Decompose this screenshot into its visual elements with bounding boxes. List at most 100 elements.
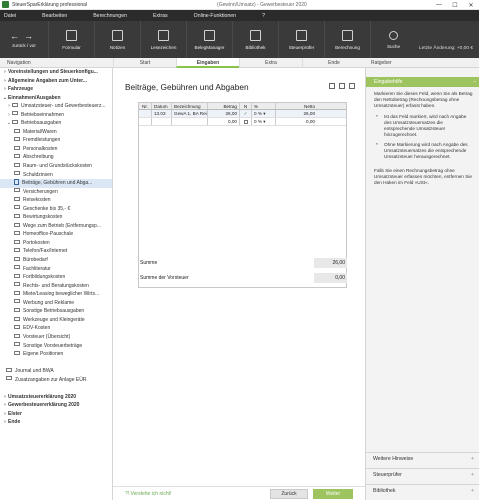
cell-betrag[interactable]: 0,00 xyxy=(208,118,240,125)
tab-eingaben[interactable]: Eingaben xyxy=(176,58,239,68)
sidebar-item[interactable]: Zusatzangaben zur Anlage EÜR xyxy=(0,376,112,385)
collapse-icon[interactable]: – xyxy=(473,77,476,87)
sidebar-item[interactable]: Versicherungen xyxy=(0,188,112,197)
back-forward-arrows-icon[interactable]: ←→ xyxy=(10,31,38,41)
col-datum: Datum xyxy=(152,103,172,109)
folder-icon xyxy=(14,196,20,201)
toolbar-formular-button[interactable]: Formular xyxy=(48,21,94,58)
comment-icon[interactable] xyxy=(329,83,335,89)
menu-extras[interactable]: Extras xyxy=(153,13,168,19)
cell-netto-checkbox[interactable]: ✓ xyxy=(240,110,252,117)
menu-datei[interactable]: Datei xyxy=(4,13,16,19)
sidebar-item[interactable]: › Umsatzsteuererklärung 2020 xyxy=(0,393,112,402)
sidebar-item[interactable]: Vorsteuer (Übersicht) xyxy=(0,333,112,342)
sidebar-item[interactable]: Rechts- und Beratungskosten xyxy=(0,282,112,291)
menu-bearbeiten[interactable]: Bearbeiten xyxy=(42,13,67,19)
table-row[interactable]: 13.03 GewA 1, BA Reinic 26,00 ✓ 0 % ▾ 26… xyxy=(139,110,346,118)
sidebar-item[interactable]: Bürobedarf xyxy=(0,256,112,265)
maximize-button[interactable]: ☐ xyxy=(447,0,463,10)
section-weitere-hinweise[interactable]: Weitere Hinweise + xyxy=(366,452,479,464)
cell-nr[interactable] xyxy=(139,110,152,117)
sidebar-item[interactable]: Bewirtungskosten xyxy=(0,213,112,222)
sidebar-item[interactable]: Portokosten xyxy=(0,239,112,248)
sidebar-item-label: Bürobedarf xyxy=(23,257,48,264)
tab-start[interactable]: Start xyxy=(113,58,176,68)
expand-icon[interactable]: + xyxy=(471,469,474,481)
sidebar-item[interactable]: ⌄ Betriebsausgaben xyxy=(0,119,112,128)
back-button[interactable]: Zurück xyxy=(270,489,308,499)
nav-back-forward[interactable]: ←→ zurück / vor xyxy=(0,21,48,58)
minimize-button[interactable]: — xyxy=(431,0,447,10)
verstehe-nicht-link[interactable]: ?! Verstehe ich nicht! xyxy=(125,491,171,497)
cell-percent-select[interactable]: 0 % ▾ xyxy=(252,110,276,117)
cell-nr[interactable] xyxy=(139,118,152,125)
sidebar-item[interactable]: EDV-Kosten xyxy=(0,324,112,333)
next-button[interactable]: Weiter xyxy=(313,489,353,499)
close-window-button[interactable]: ✕ xyxy=(463,0,479,10)
table-row[interactable]: 0,00 0 % ▾ 0,00 xyxy=(139,118,346,126)
sidebar-item[interactable]: Journal und BWA xyxy=(0,367,112,376)
sidebar-item[interactable]: Reisekosten xyxy=(0,196,112,205)
toolbar-belegmanager-button[interactable]: BelegManager xyxy=(186,21,232,58)
section-bibliothek[interactable]: Bibliothek + xyxy=(366,484,479,496)
toolbar-steuerpruefer-button[interactable]: Steuerprüfer xyxy=(278,21,324,58)
menu-berechnungen[interactable]: Berechnungen xyxy=(93,13,127,19)
menu-online-funktionen[interactable]: Online-Funktionen xyxy=(194,13,236,19)
dropdown-arrow-icon[interactable]: ▾ xyxy=(263,119,265,124)
ratgeber-panel: Eingabehilfe – Markieren Sie dieses Feld… xyxy=(365,68,479,500)
toolbar-notizen-button[interactable]: Notizen xyxy=(94,21,140,58)
sidebar-item[interactable]: Sonstige Vorsteuerbeträge xyxy=(0,342,112,351)
sidebar-item[interactable]: › Elster xyxy=(0,410,112,419)
sidebar-item[interactable]: Telefon/Fax/Internet xyxy=(0,247,112,256)
sidebar-item[interactable]: › Allgemeine Angaben zum Unter... xyxy=(0,77,112,86)
dropdown-arrow-icon[interactable]: ▾ xyxy=(263,111,265,116)
sidebar-item[interactable]: Abschreibung xyxy=(0,153,112,162)
sidebar-item[interactable]: Fortbildungskosten xyxy=(0,273,112,282)
sidebar-item[interactable]: Raum- und Grundstückskosten xyxy=(0,162,112,171)
sidebar-item[interactable]: Sonstige Betriebsausgaben xyxy=(0,307,112,316)
toolbar-lesezeichen-button[interactable]: Lesezeichen xyxy=(140,21,186,58)
expand-icon[interactable]: + xyxy=(471,485,474,497)
sidebar-item[interactable]: Miete/Leasing beweglicher Wirts... xyxy=(0,290,112,299)
cell-bezeichnung[interactable]: GewA 1, BA Reinic xyxy=(172,110,208,117)
sidebar-item[interactable]: › Voreinstellungen und Steuerkonfigu... xyxy=(0,68,112,77)
notes-icon xyxy=(112,29,123,41)
eingabehilfe-header[interactable]: Eingabehilfe – xyxy=(366,77,479,87)
sidebar-item[interactable]: Werbung und Reklame xyxy=(0,299,112,308)
sidebar-item[interactable]: Material/Waren xyxy=(0,128,112,137)
sidebar-item[interactable]: › Gewerbesteuererklärung 2020 xyxy=(0,401,112,410)
sidebar-item[interactable]: › Fahrzeuge xyxy=(0,85,112,94)
sidebar-item[interactable]: › Umsatzsteuer- und Gewerbesteuerz... xyxy=(0,102,112,111)
sidebar-item[interactable]: Eigene Positionen xyxy=(0,350,112,359)
cell-datum[interactable]: 13.03 xyxy=(152,110,172,117)
toolbar-bibliothek-button[interactable]: Bibliothek xyxy=(232,21,278,58)
cell-betrag[interactable]: 26,00 xyxy=(208,110,240,117)
sidebar-item[interactable]: Fachliteratur xyxy=(0,265,112,274)
cell-datum[interactable] xyxy=(152,118,172,125)
sidebar-item[interactable]: Fremdleistungen xyxy=(0,136,112,145)
sidebar-item[interactable]: Schuldzinsen xyxy=(0,171,112,180)
toolbar-berechnung-button[interactable]: Berechnung xyxy=(324,21,370,58)
cell-netto-checkbox[interactable] xyxy=(240,118,252,125)
cell-bezeichnung[interactable] xyxy=(172,118,208,125)
menu-help[interactable]: ? xyxy=(262,13,265,19)
sidebar-item[interactable]: Personalkosten xyxy=(0,145,112,154)
tab-ende[interactable]: Ende xyxy=(302,58,365,68)
sidebar-item[interactable]: Geschenke bis 35,- € xyxy=(0,205,112,214)
sidebar-item[interactable]: Wege zum Betrieb (Entfernungsp... xyxy=(0,222,112,231)
cell-percent-select[interactable]: 0 % ▾ xyxy=(252,118,276,125)
expand-icon[interactable]: + xyxy=(471,453,474,465)
bookmark-icon[interactable] xyxy=(339,83,345,89)
sidebar-item[interactable]: › Ende xyxy=(0,418,112,427)
sidebar-item[interactable]: › Betriebseinnahmen xyxy=(0,111,112,120)
sidebar-item[interactable]: Werkzeuge und Kleingeräte xyxy=(0,316,112,325)
section-steuerpruefer[interactable]: Steuerprüfer + xyxy=(366,468,479,480)
tab-extra[interactable]: Extra xyxy=(239,58,302,68)
toolbar-suche-button[interactable]: Suche xyxy=(370,21,416,58)
sidebar-item[interactable]: Homeoffice-Pauschale xyxy=(0,230,112,239)
sidebar-item-label: Elster xyxy=(8,410,22,417)
sidebar-item[interactable]: ⌄Einnahmen/Ausgaben xyxy=(0,94,112,103)
print-icon[interactable] xyxy=(349,83,355,89)
sidebar-item[interactable]: Beiträge, Gebühren und Abga... xyxy=(0,179,112,188)
checkbox-icon[interactable] xyxy=(243,119,248,124)
